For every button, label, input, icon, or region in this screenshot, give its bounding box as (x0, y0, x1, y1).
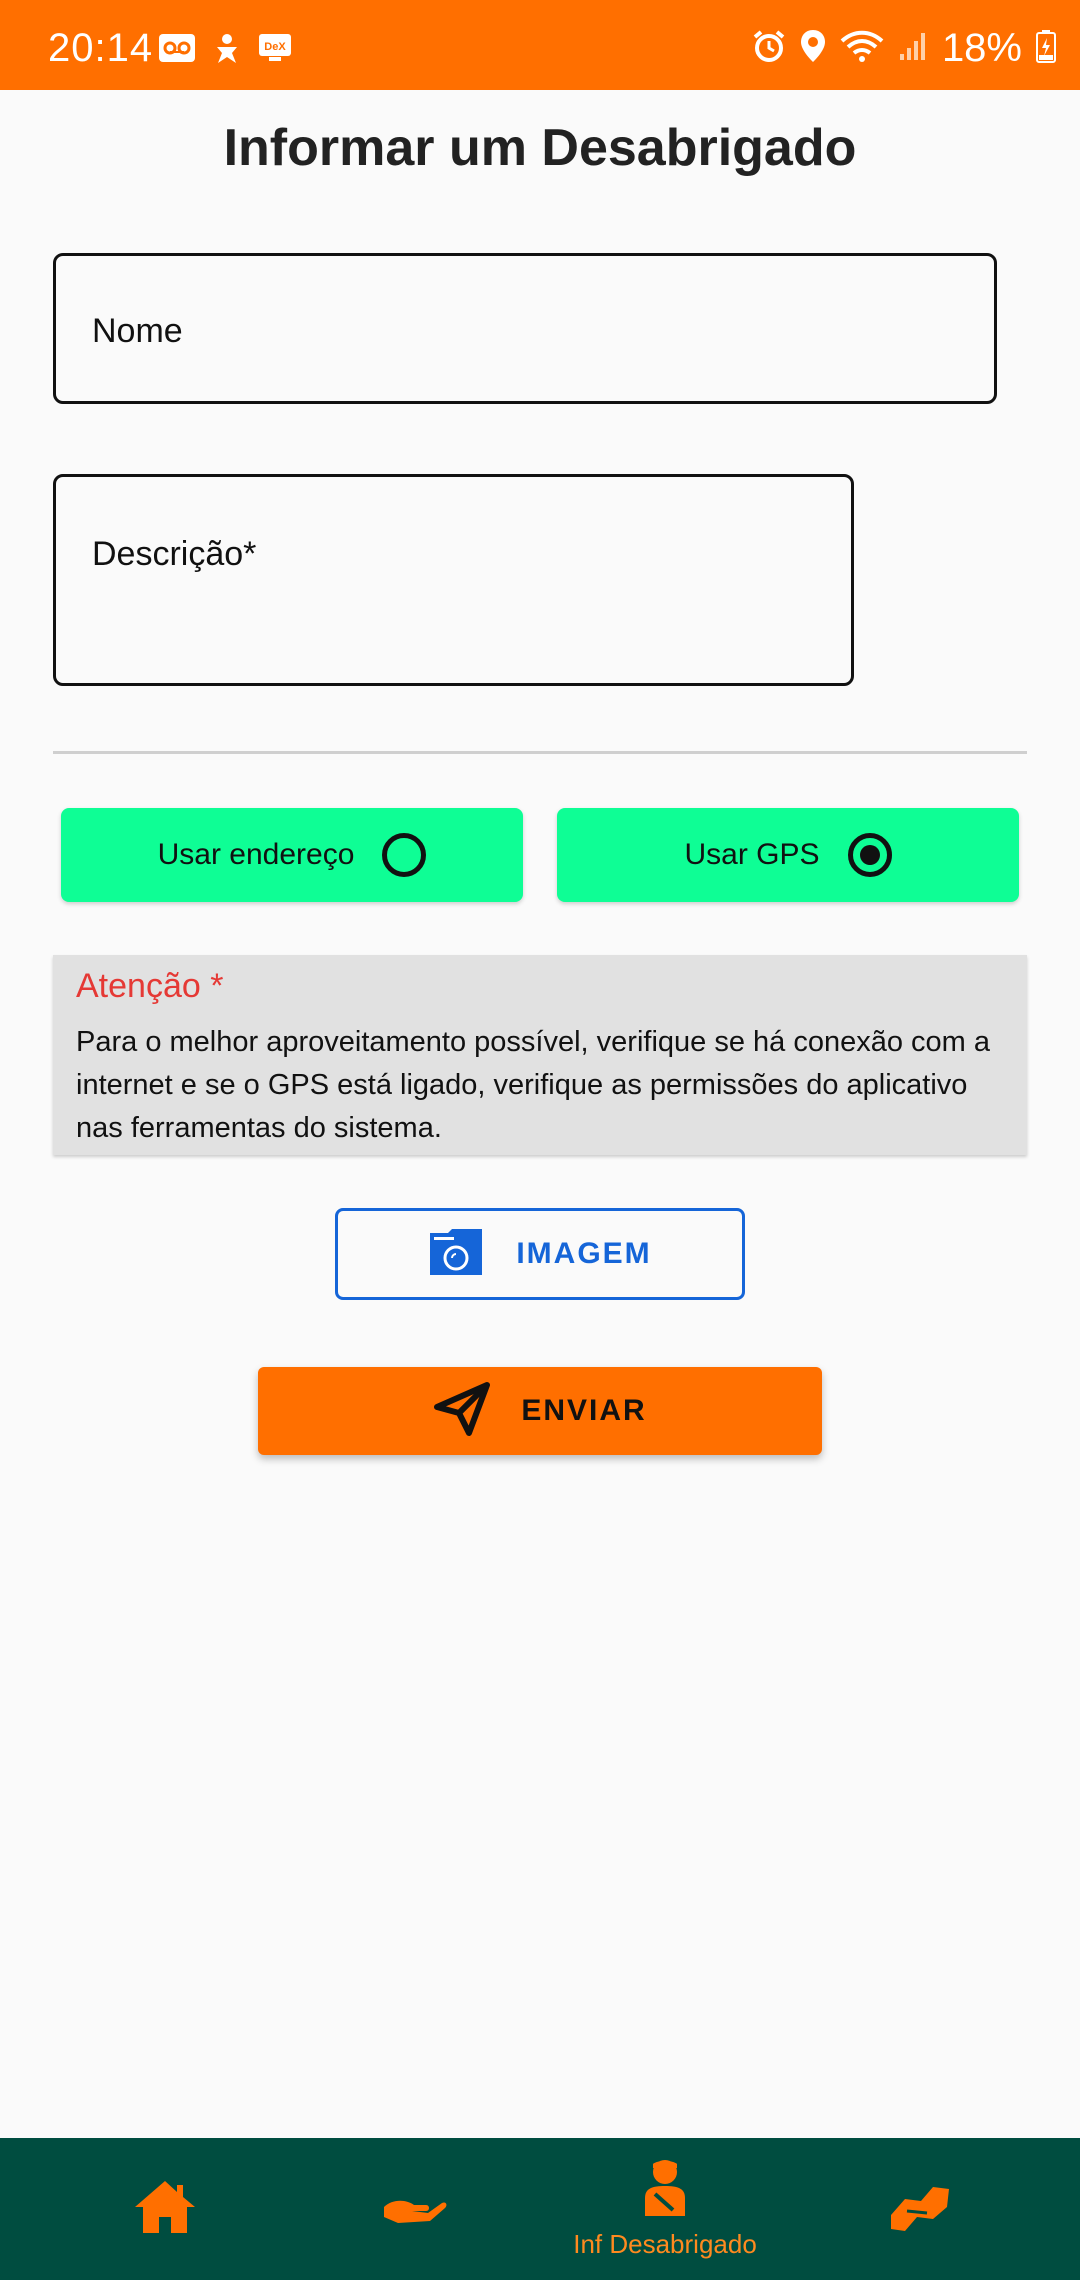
signal-icon (898, 30, 928, 67)
status-left-icons: DeX (158, 33, 292, 70)
alarm-icon (752, 29, 786, 68)
usar-gps-radio[interactable] (847, 833, 892, 877)
enviar-button-label: ENVIAR (521, 1394, 647, 1427)
donate-hand-icon (382, 2187, 448, 2232)
nav-inf-desabrigado[interactable]: Inf Desabrigado (550, 2138, 780, 2280)
battery-icon (1036, 29, 1056, 68)
voicemail-icon (158, 33, 196, 70)
dex-icon: DeX (258, 33, 292, 70)
homeless-person-icon (637, 2158, 693, 2223)
imagem-button[interactable]: IMAGEM (335, 1208, 745, 1300)
usar-endereco-radio[interactable] (382, 833, 427, 877)
nav-doacao[interactable] (360, 2138, 470, 2280)
usar-endereco-option[interactable]: Usar endereço (61, 808, 523, 902)
bottom-navigation: Inf Desabrigado (0, 2138, 1080, 2280)
battery-level: 18% (941, 26, 1022, 70)
status-bar: 20:14 DeX 18% (0, 0, 1080, 90)
helping-hands-icon (887, 2179, 953, 2240)
enviar-button[interactable]: ENVIAR (258, 1367, 822, 1455)
status-time: 20:14 (48, 26, 154, 70)
camera-folder-icon (428, 1227, 484, 1282)
nome-input[interactable]: Nome (53, 253, 997, 404)
nav-home[interactable] (110, 2138, 220, 2280)
attention-title: Atenção * (76, 967, 224, 1005)
status-right-icons: 18% (752, 26, 1056, 71)
usar-gps-option[interactable]: Usar GPS (557, 808, 1019, 902)
send-icon (433, 1381, 491, 1442)
descricao-input[interactable]: Descrição* (53, 474, 854, 686)
descricao-label: Descrição* (92, 535, 257, 573)
attention-notice: Atenção * Para o melhor aproveitamento p… (53, 955, 1027, 1155)
svg-text:DeX: DeX (264, 41, 286, 53)
page-title: Informar um Desabrigado (223, 119, 857, 177)
nav-ajuda[interactable] (865, 2138, 975, 2280)
nome-label: Nome (92, 312, 183, 350)
divider (53, 751, 1027, 754)
accessibility-icon (212, 33, 242, 70)
attention-text: Para o melhor aproveitamento possível, v… (76, 1026, 990, 1144)
wifi-icon (840, 29, 884, 68)
usar-endereco-label: Usar endereço (157, 838, 355, 871)
imagem-button-label: IMAGEM (516, 1237, 652, 1270)
usar-gps-label: Usar GPS (684, 838, 820, 871)
nav-inf-desabrigado-label: Inf Desabrigado (573, 2229, 757, 2259)
location-icon (800, 29, 826, 68)
home-icon (133, 2179, 197, 2240)
